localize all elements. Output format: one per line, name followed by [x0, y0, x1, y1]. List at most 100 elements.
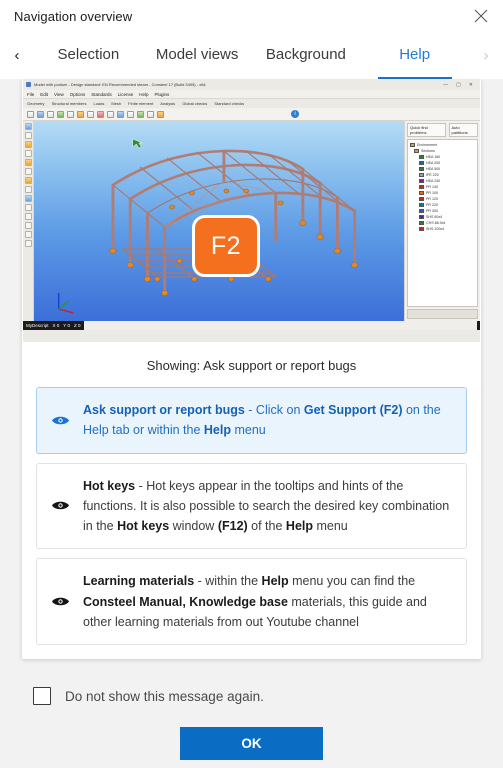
tab-background[interactable]: Background — [252, 32, 361, 79]
preview-ribbon-tab-analysis: Analysis — [160, 101, 176, 106]
toolbar-icon — [137, 110, 144, 118]
dialog-footer: Do not show this message again. OK — [0, 659, 503, 760]
model-viewport[interactable]: F2 — [34, 121, 404, 321]
tab-help[interactable]: Help — [360, 32, 469, 79]
window-titlebar: Navigation overview — [0, 0, 503, 32]
eye-icon — [49, 414, 71, 427]
toolbar-icon — [107, 110, 114, 118]
preview-menu-help: Help — [139, 91, 149, 97]
tree-item: SHS 100x4 — [410, 226, 475, 232]
hint-part: Hot keys — [117, 519, 170, 533]
toolbar-icon — [147, 110, 154, 118]
preview-menu-view: View — [54, 91, 64, 97]
tree-item-label: SHS 60x4 — [426, 215, 443, 219]
folder-icon — [410, 143, 415, 147]
preview-status-z: Z 0 — [73, 323, 81, 328]
tree-item-label: PR 140 — [426, 185, 438, 189]
hint-part: Hot keys — [83, 478, 136, 493]
tree-item-label: PR 100 — [426, 191, 438, 195]
tree-item-label: HEA 200 — [426, 161, 441, 165]
preview-ribbon-tab-finite-element: Finite element — [128, 101, 154, 106]
tree-item-label: HEA 500 — [426, 167, 441, 171]
toolbar-icon — [97, 110, 104, 118]
right-panel-tabs: Quick find problems Auto partitions — [407, 123, 478, 137]
preview-app-title: Model with podium - Design standard: EN … — [34, 82, 206, 87]
dont-show-again-checkbox[interactable] — [33, 687, 51, 705]
tree-root-label: Environment — [417, 143, 438, 147]
eye-icon — [49, 595, 71, 608]
hint-part: Help — [285, 519, 314, 533]
window-title: Navigation overview — [14, 8, 133, 24]
tree-group-label: Sections — [421, 149, 435, 153]
preview-ribbon-tab-mesh: Mesh — [111, 101, 122, 106]
preview-ribbon-tab-structural-members: Structural members — [51, 101, 87, 106]
rail-icon — [24, 177, 32, 184]
preview-screenshot: Model with podium - Design standard: EN … — [23, 79, 480, 342]
toolbar-icon — [37, 110, 44, 118]
color-swatch — [419, 227, 424, 231]
hint-item-hot-keys[interactable]: Hot keys - Hot keys appear in the toolti… — [36, 462, 467, 550]
hint-part: Help — [203, 423, 231, 438]
rail-icon — [24, 159, 32, 166]
hint-part: Learning materials — [83, 574, 195, 589]
toolbar-icon — [157, 110, 164, 118]
tab-selection[interactable]: Selection — [34, 32, 143, 79]
folder-icon — [414, 149, 419, 153]
color-swatch — [419, 185, 424, 189]
tree-item-label: PR 120 — [426, 197, 438, 201]
preview-ribbon-tab-loads: Loads — [93, 101, 105, 106]
rail-icon — [24, 195, 32, 202]
preview-toolbar: i — [23, 108, 480, 121]
rail-icon — [24, 168, 32, 175]
rail-icon — [24, 240, 32, 247]
showing-label: Showing: Ask support or report bugs — [146, 358, 357, 373]
ok-button[interactable]: OK — [180, 727, 323, 760]
toolbar-icon — [57, 110, 64, 118]
tree-item-label: PR 300 — [426, 209, 438, 213]
dont-show-again-row: Do not show this message again. — [0, 687, 503, 705]
rail-icon — [24, 222, 32, 229]
color-swatch — [419, 197, 424, 201]
preview-right-panel: Quick find problems Auto partitions Envi… — [404, 121, 480, 321]
hint-list: Ask support or report bugs - Click on Ge… — [22, 387, 481, 645]
color-swatch — [419, 155, 424, 159]
preview-minimize-icon: — — [443, 81, 449, 88]
preview-ribbon-tabs: Geometry Structural members Loads Mesh F… — [23, 99, 480, 108]
color-swatch — [419, 215, 424, 219]
preview-body: F2 Quick find problems Auto partitions E… — [23, 121, 480, 321]
tabs-next-arrow-icon[interactable]: › — [469, 32, 503, 79]
close-button[interactable] — [459, 0, 503, 32]
tab-model-views[interactable]: Model views — [143, 32, 252, 79]
rail-icon — [24, 231, 32, 238]
tabs-prev-arrow-icon[interactable]: ‹ — [0, 32, 34, 79]
preview-status-filler — [84, 321, 477, 330]
hint-part: menu — [313, 519, 348, 533]
hint-part: of the — [247, 519, 286, 533]
hint-part: (F12) — [217, 519, 248, 533]
hint-text: Learning materials - within the Help men… — [83, 571, 452, 632]
hint-part: Help — [261, 574, 289, 589]
close-icon — [474, 9, 488, 23]
hint-item-learning-materials[interactable]: Learning materials - within the Help men… — [36, 558, 467, 645]
hint-item-ask-support[interactable]: Ask support or report bugs - Click on Ge… — [36, 387, 467, 454]
hint-part: - Click on — [244, 403, 304, 417]
tab-list: Selection Model views Background Help — [34, 32, 469, 79]
hint-part: window — [169, 519, 218, 533]
hint-part: Consteel Manual, Knowledge base — [83, 594, 288, 609]
preview-maximize-icon: ▢ — [456, 81, 461, 88]
rail-icon — [24, 132, 32, 139]
hint-text: Hot keys - Hot keys appear in the toolti… — [83, 476, 452, 537]
preview-statusbar: MyDescript X 0 Y 0 Z 0 — [23, 321, 480, 330]
rail-icon — [24, 186, 32, 193]
right-panel-footer — [407, 309, 478, 319]
preview-menu-license: License — [117, 91, 134, 97]
dont-show-again-label[interactable]: Do not show this message again. — [65, 689, 264, 704]
color-swatch — [419, 203, 424, 207]
rail-icon — [24, 204, 32, 211]
tree-item-label: PR 220 — [426, 203, 438, 207]
preview-help-icon: i — [291, 110, 299, 118]
toolbar-icon — [47, 110, 54, 118]
preview-status-x: X 0 — [52, 323, 60, 328]
tree-item-label: HEA 160 — [426, 155, 441, 159]
tree-item-label: HEA 240 — [426, 179, 441, 183]
